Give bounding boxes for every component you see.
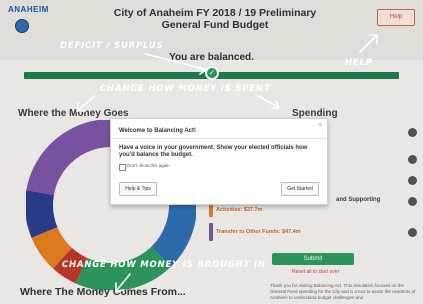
arrow-to-revenue: [116, 273, 131, 291]
arrow-to-spending-right: [257, 95, 279, 108]
app-frame: ANAHEIM City of Anaheim FY 2018 / 19 Pre…: [0, 0, 423, 304]
arrow-to-help-button: [359, 35, 377, 53]
annotation-arrows: [76, 34, 378, 292]
arrow-to-balance-bar: [144, 53, 206, 71]
arrow-to-spending-left: [77, 95, 96, 111]
arrow-head: [198, 66, 208, 75]
